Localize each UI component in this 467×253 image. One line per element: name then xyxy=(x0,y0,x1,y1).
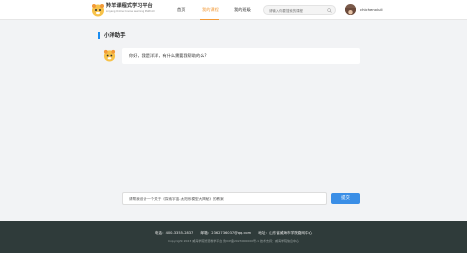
footer-phone: 电话：400-3355-2837 xyxy=(154,231,194,235)
nav-my-classes[interactable]: 我的班级 xyxy=(234,7,251,13)
nav-my-courses[interactable]: 我的课程 xyxy=(202,7,219,13)
top-navbar: 羚羊课程式学习平台 Linyang Online Course Learning… xyxy=(0,0,467,20)
prompt-input[interactable] xyxy=(129,195,321,203)
nav-home[interactable]: 首页 xyxy=(177,7,185,13)
assistant-avatar-icon xyxy=(103,49,116,62)
brand-subtitle: Linyang Online Course Learning Platform xyxy=(106,10,155,13)
footer-address: 地址：山东省威海市学院路网中心 xyxy=(258,231,313,235)
search-input[interactable] xyxy=(269,7,327,14)
footer-contact: 电话：400-3355-2837 邮箱：2362736037@qq.com 地址… xyxy=(0,231,467,236)
brand-name: 羚羊课程式学习平台 xyxy=(106,3,153,9)
footer-email: 邮箱：2362736037@qq.com xyxy=(200,231,252,235)
prompt-input-box[interactable] xyxy=(122,192,327,205)
search-icon[interactable] xyxy=(327,8,332,13)
search-box[interactable] xyxy=(263,5,336,15)
assistant-message-bubble: 你好，我是洋洋，有什么需要我帮助的么? xyxy=(122,48,360,64)
section-accent-bar xyxy=(98,32,100,39)
user-avatar[interactable] xyxy=(345,4,356,15)
active-nav-indicator xyxy=(200,19,219,20)
assistant-message-text: 你好，我是洋洋，有什么需要我帮助的么? xyxy=(129,53,207,58)
brand[interactable]: 羚羊课程式学习平台 Linyang Online Course Learning… xyxy=(106,3,155,14)
submit-button[interactable]: 提交 xyxy=(331,193,360,204)
footer-copyright: Copyright 2023 威海学院智慧教学平台 鲁ICP备202300000… xyxy=(168,239,299,243)
username[interactable]: chichenxiuli xyxy=(360,7,383,12)
page-title: 小洋助手 xyxy=(104,33,126,39)
footer: 电话：400-3355-2837 邮箱：2362736037@qq.com 地址… xyxy=(0,221,467,253)
lamb-logo-icon[interactable] xyxy=(91,3,105,17)
